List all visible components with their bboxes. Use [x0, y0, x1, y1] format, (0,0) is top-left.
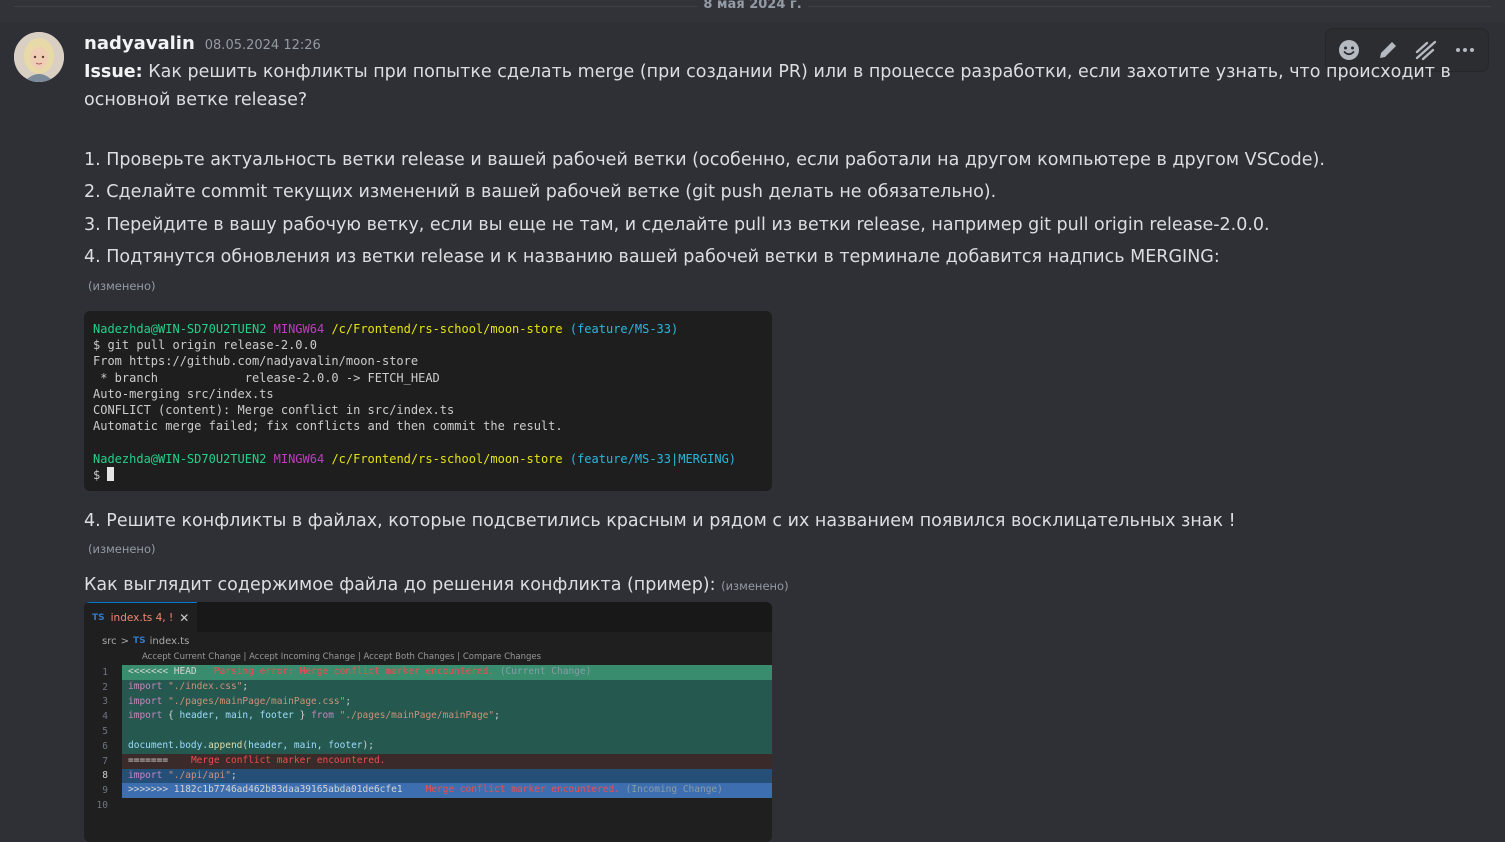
code-line: 3 import "./pages/mainPage/mainPage.css";	[84, 694, 772, 710]
breadcrumb-folder[interactable]: src	[102, 636, 117, 647]
code-line: 1 <<<<<<< HEAD Parsing error: Merge confl…	[84, 665, 772, 680]
terminal-screenshot[interactable]: Nadezhda@WIN-SD70U2TUEN2 MINGW64 /c/Fron…	[84, 311, 772, 491]
issue-text: Как решить конфликты при попытке сделать…	[142, 62, 1451, 82]
date-divider-label: 8 мая 2024 г.	[697, 0, 808, 12]
edited-marker-1: (изменено)	[88, 279, 156, 293]
terminal-prompt-2: Nadezhda@WIN-SD70U2TUEN2 MINGW64 /c/Fron…	[93, 451, 737, 466]
editor-tabbar: TS index.ts 4, ! ✕	[84, 602, 772, 632]
issue-label: Issue:	[84, 62, 143, 82]
breadcrumb: src > TS index.ts	[84, 632, 772, 650]
breadcrumb-file[interactable]: index.ts	[150, 636, 190, 647]
message[interactable]: nadyavalin 08.05.2024 12:26 Issue: Как р…	[0, 22, 1505, 842]
code-area: 1 <<<<<<< HEAD Parsing error: Merge confl…	[84, 665, 772, 813]
editor-tab[interactable]: TS index.ts 4, ! ✕	[84, 602, 198, 632]
typescript-icon: TS	[92, 612, 105, 623]
code-line: 2 import "./index.css";	[84, 679, 772, 695]
code-line: 10	[96, 800, 108, 812]
terminal-line: $ git pull origin release-2.0.0	[93, 338, 317, 353]
conflict-codelens[interactable]: Accept Current Change | Accept Incoming …	[84, 650, 772, 665]
code-line: 9 >>>>>>> 1182c1b7746ad462b83daa39165abda…	[84, 783, 772, 799]
terminal-line: Auto-merging src/index.ts	[93, 386, 274, 401]
issue-line-1: Issue: Как решить конфликты при попытке …	[84, 58, 1451, 86]
terminal-prompt-1: Nadezhda@WIN-SD70U2TUEN2 MINGW64 /c/Fron…	[93, 322, 679, 336]
chevron-right-icon: >	[120, 635, 129, 647]
terminal-line: CONFLICT (content): Merge conflict in sr…	[93, 403, 455, 418]
avatar[interactable]	[14, 32, 64, 82]
terminal-line: Automatic merge failed; fix conflicts an…	[93, 419, 563, 434]
code-line: 4 import { header, main, footer } from ".…	[84, 709, 772, 725]
edited-marker-3: (изменено)	[721, 579, 789, 593]
terminal-input-line: $	[93, 466, 763, 483]
step-2: 2. Сделайте commit текущих изменений в в…	[84, 182, 997, 202]
issue-line-2: основной ветке release?	[84, 90, 308, 110]
step-4-resolve: 4. Решите конфликты в файлах, которые по…	[84, 511, 1236, 531]
code-line: 8 import "./api/api";	[84, 768, 772, 784]
message-header: nadyavalin 08.05.2024 12:26	[84, 33, 321, 54]
vscode-screenshot[interactable]: TS index.ts 4, ! ✕ src > TS index.ts Acc…	[84, 602, 772, 842]
code-line: 6 document.body.append(header, main, foot…	[84, 738, 772, 754]
typescript-icon: TS	[133, 636, 146, 646]
timestamp[interactable]: 08.05.2024 12:26	[205, 38, 321, 53]
edited-marker-2: (изменено)	[88, 542, 156, 556]
tab-label: index.ts 4, !	[110, 611, 174, 624]
code-line: 5	[84, 724, 772, 739]
date-divider: 8 мая 2024 г.	[14, 0, 1491, 14]
username[interactable]: nadyavalin	[84, 33, 195, 54]
step-1: 1. Проверьте актуальность ветки release …	[84, 150, 1325, 170]
more-button[interactable]	[1448, 33, 1482, 67]
step-3: 3. Перейдите в вашу рабочую ветку, если …	[84, 215, 1270, 235]
terminal-line: * branch release-2.0.0 -> FETCH_HEAD	[93, 370, 440, 385]
step-4: 4. Подтянутся обновления из ветки releas…	[84, 247, 1220, 267]
terminal-cursor	[107, 466, 115, 481]
terminal-line: From https://github.com/nadyavalin/moon-…	[93, 354, 419, 369]
how-it-looks: Как выглядит содержимое файла до решения…	[84, 575, 789, 595]
close-icon[interactable]: ✕	[179, 611, 189, 625]
ellipsis-icon	[1455, 48, 1474, 52]
code-line: 7 ======= Merge conflict marker encounter…	[84, 753, 772, 769]
